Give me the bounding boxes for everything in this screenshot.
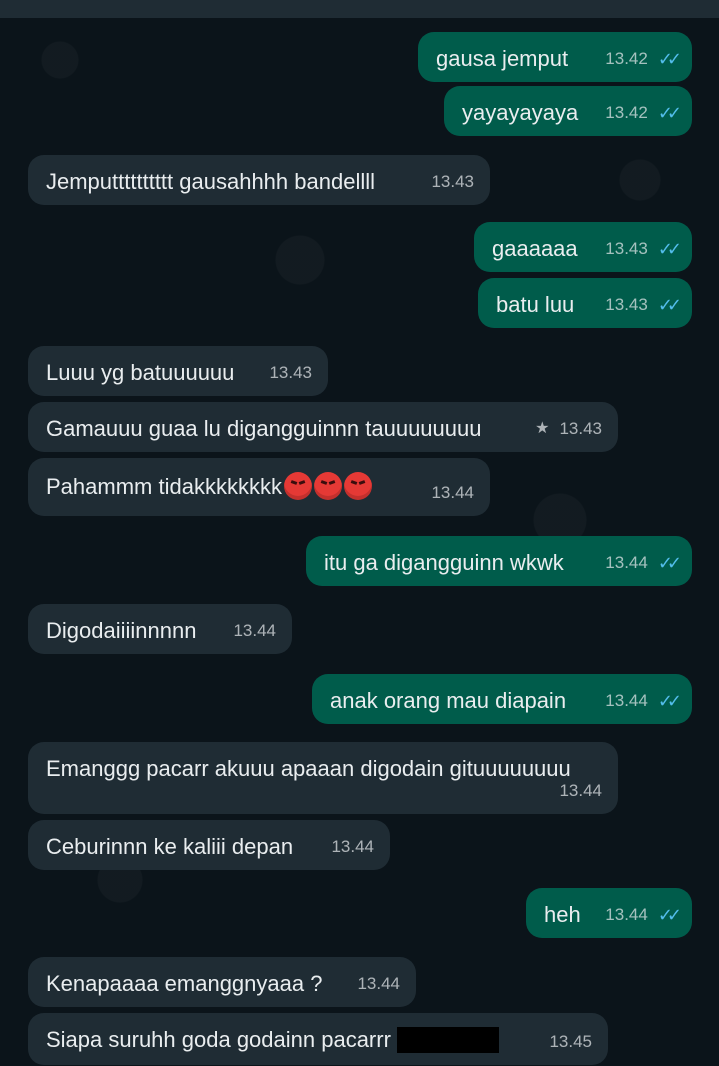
read-ticks-icon: ✓✓ — [657, 691, 682, 711]
message-time: 13.44 — [605, 905, 648, 924]
message-text: Gamauuu guaa lu digangguinnn tauuuuuuuu — [46, 416, 482, 441]
message-meta: 13.43 — [269, 360, 312, 386]
outgoing-message[interactable]: yayayayaya 13.42 ✓✓ — [444, 86, 692, 136]
message-time: 13.45 — [549, 1032, 592, 1051]
read-ticks-icon: ✓✓ — [657, 905, 682, 925]
message-time: 13.44 — [605, 691, 648, 710]
message-text: Ceburinnn ke kaliii depan — [46, 834, 294, 859]
message-text: gaaaaaa — [492, 236, 578, 261]
message-text: Jemputttttttttt gausahhhh bandellll — [46, 169, 375, 194]
message-text: Emanggg pacarr akuuu apaaan digodain git… — [46, 756, 571, 781]
message-meta: 13.44 — [357, 971, 400, 997]
message-time: 13.43 — [559, 419, 602, 438]
message-time: 13.44 — [357, 974, 400, 993]
incoming-message[interactable]: Digodaiiiinnnnn 13.44 — [28, 604, 292, 654]
read-ticks-icon: ✓✓ — [657, 553, 682, 573]
incoming-message[interactable]: Gamauuu guaa lu digangguinnn tauuuuuuuu … — [28, 402, 618, 452]
header-bar — [0, 0, 719, 18]
message-time: 13.43 — [605, 239, 648, 258]
incoming-message[interactable]: Pahammm tidakkkkkkkk 13.44 — [28, 458, 490, 516]
read-ticks-icon: ✓✓ — [657, 239, 682, 259]
incoming-message[interactable]: Kenapaaaa emanggnyaaa ? 13.44 — [28, 957, 416, 1007]
message-meta: 13.44 — [331, 834, 374, 860]
message-text: Siapa suruhh goda godainn pacarrr — [46, 1027, 499, 1053]
message-time: 13.44 — [431, 483, 474, 502]
message-meta: 13.42 ✓✓ — [605, 100, 682, 126]
message-text: yayayayaya — [462, 100, 579, 125]
incoming-message[interactable]: Luuu yg batuuuuuu 13.43 — [28, 346, 328, 396]
message-text: itu ga digangguinn wkwk — [324, 550, 564, 575]
message-text: Digodaiiiinnnnn — [46, 618, 197, 643]
message-meta: 13.43 ✓✓ — [605, 292, 682, 318]
incoming-message[interactable]: Siapa suruhh goda godainn pacarrr 13.45 — [28, 1013, 608, 1065]
message-meta: ★ 13.43 — [535, 416, 602, 442]
message-text: Luuu yg batuuuuuu — [46, 360, 235, 385]
message-meta: 13.43 — [431, 169, 474, 195]
message-meta: 13.42 ✓✓ — [605, 46, 682, 72]
angry-face-emoji-icon — [283, 472, 312, 500]
message-meta: 13.44 — [559, 778, 602, 804]
message-text: anak orang mau diapain — [330, 688, 567, 713]
message-time: 13.43 — [431, 172, 474, 191]
message-meta: 13.44 ✓✓ — [605, 902, 682, 928]
message-meta: 13.44 ✓✓ — [605, 688, 682, 714]
starred-icon: ★ — [535, 420, 550, 437]
incoming-message[interactable]: Emanggg pacarr akuuu apaaan digodain git… — [28, 742, 618, 814]
message-text: batu luu — [496, 292, 575, 317]
message-meta: 13.45 — [549, 1029, 592, 1055]
read-ticks-icon: ✓✓ — [657, 103, 682, 123]
message-time: 13.44 — [605, 553, 648, 572]
message-time: 13.42 — [605, 49, 648, 68]
read-ticks-icon: ✓✓ — [657, 295, 682, 315]
outgoing-message[interactable]: itu ga digangguinn wkwk 13.44 ✓✓ — [306, 536, 692, 586]
message-time: 13.44 — [233, 621, 276, 640]
outgoing-message[interactable]: batu luu 13.43 ✓✓ — [478, 278, 692, 328]
message-text: gausa jemput — [436, 46, 569, 71]
message-time: 13.42 — [605, 103, 648, 122]
message-meta: 13.44 ✓✓ — [605, 550, 682, 576]
incoming-message[interactable]: Jemputttttttttt gausahhhh bandellll 13.4… — [28, 155, 490, 205]
outgoing-message[interactable]: heh 13.44 ✓✓ — [526, 888, 692, 938]
message-text: Pahammm tidakkkkkkkk — [46, 472, 372, 500]
message-time: 13.44 — [559, 781, 602, 800]
message-meta: 13.44 — [431, 480, 474, 506]
message-meta: 13.43 ✓✓ — [605, 236, 682, 262]
message-text-content: Pahammm tidakkkkkkkk — [46, 474, 282, 499]
outgoing-message[interactable]: gaaaaaa 13.43 ✓✓ — [474, 222, 692, 272]
message-time: 13.44 — [331, 837, 374, 856]
message-text: Kenapaaaa emanggnyaaa ? — [46, 971, 323, 996]
message-meta: 13.44 — [233, 618, 276, 644]
message-text: heh — [544, 902, 581, 927]
angry-face-emoji-icon — [343, 472, 372, 500]
outgoing-message[interactable]: gausa jemput 13.42 ✓✓ — [418, 32, 692, 82]
angry-face-emoji-icon — [313, 472, 342, 500]
message-time: 13.43 — [605, 295, 648, 314]
message-time: 13.43 — [269, 363, 312, 382]
outgoing-message[interactable]: anak orang mau diapain 13.44 ✓✓ — [312, 674, 692, 724]
read-ticks-icon: ✓✓ — [657, 49, 682, 69]
message-text-content: Siapa suruhh goda godainn pacarrr — [46, 1027, 391, 1052]
redacted-name-block — [396, 1027, 499, 1053]
incoming-message[interactable]: Ceburinnn ke kaliii depan 13.44 — [28, 820, 390, 870]
